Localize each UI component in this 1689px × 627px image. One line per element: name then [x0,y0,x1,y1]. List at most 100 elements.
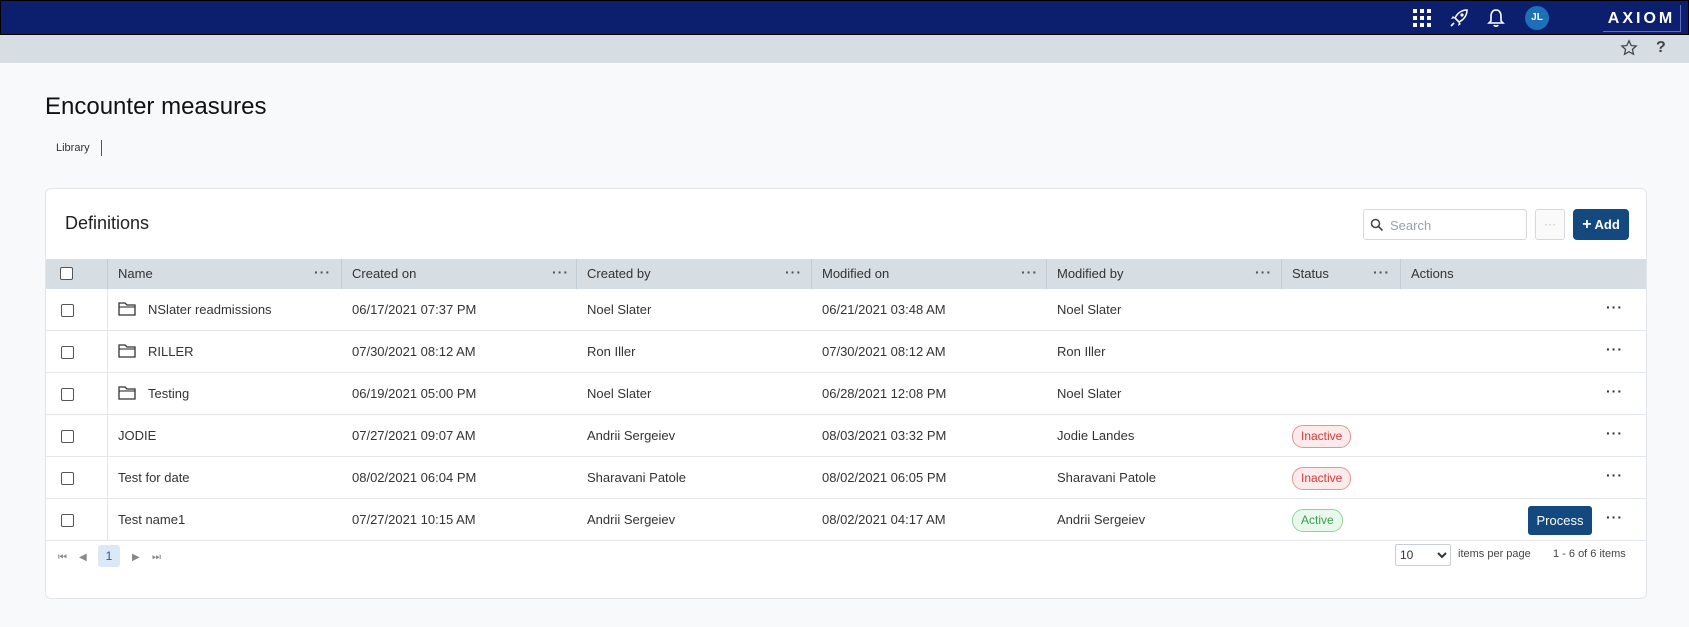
row-modified-by: Ron Iller [1057,344,1106,359]
help-icon[interactable]: ? [1656,39,1666,57]
page-size-select[interactable]: 10 [1395,544,1451,566]
column-divider [107,331,108,373]
next-page-icon[interactable]: ▶ [132,552,140,563]
table-row[interactable]: Test for date 08/02/2021 06:04 PM Sharav… [46,457,1646,499]
column-header-name[interactable]: Name [118,259,153,289]
plus-icon: + [1582,216,1592,233]
row-created-by: Andrii Sergeiev [587,512,676,527]
row-modified-on: 08/02/2021 04:17 AM [822,512,946,527]
row-created-on: 06/17/2021 07:37 PM [352,302,477,317]
row-actions-menu-icon[interactable]: ··· [1606,415,1623,457]
column-divider [107,259,108,289]
definitions-panel: Definitions ··· +Add Name ··· Created on… [45,188,1647,599]
column-menu-icon[interactable]: ··· [314,259,331,289]
table-row[interactable]: NSlater readmissions 06/17/2021 07:37 PM… [46,289,1646,331]
table-row[interactable]: JODIE 07/27/2021 09:07 AM Andrii Sergeie… [46,415,1646,457]
row-created-by: Noel Slater [587,302,652,317]
row-modified-by: Jodie Landes [1057,428,1135,443]
column-divider [107,499,108,541]
row-actions-menu-icon[interactable]: ··· [1606,331,1623,373]
row-name[interactable]: JODIE [118,415,156,457]
column-divider [107,289,108,331]
row-actions-menu-icon[interactable]: ··· [1606,373,1623,415]
star-icon[interactable] [1620,39,1638,57]
column-header-created-on[interactable]: Created on [352,259,416,289]
row-created-by: Sharavani Patole [587,470,687,485]
column-menu-icon[interactable]: ··· [1373,259,1390,289]
apps-grid-icon[interactable] [1411,7,1433,29]
bell-icon[interactable] [1485,7,1507,29]
row-actions-menu-icon[interactable]: ··· [1606,457,1623,499]
table-row[interactable]: Testing 06/19/2021 05:00 PM Noel Slater … [46,373,1646,415]
row-created-on: 07/30/2021 08:12 AM [352,344,476,359]
folder-icon [118,386,136,400]
table-row[interactable]: Test name1 07/27/2021 10:15 AM Andrii Se… [46,499,1646,541]
row-created-by: Andrii Sergeiev [587,428,676,443]
column-divider [107,373,108,415]
row-name[interactable]: Test name1 [118,499,185,541]
search-box[interactable] [1363,209,1527,240]
row-created-by: Noel Slater [587,386,652,401]
status-badge: Inactive [1292,425,1352,448]
row-checkbox[interactable] [61,514,74,527]
row-checkbox[interactable] [61,388,74,401]
row-modified-on: 08/02/2021 06:05 PM [822,470,947,485]
column-header-modified-by[interactable]: Modified by [1057,259,1123,289]
row-modified-on: 07/30/2021 08:12 AM [822,344,946,359]
column-header-status[interactable]: Status [1292,259,1329,289]
column-menu-icon[interactable]: ··· [1255,259,1272,289]
search-input[interactable] [1390,215,1522,235]
select-all-checkbox[interactable] [60,267,73,280]
status-badge: Inactive [1292,467,1352,490]
column-header-modified-on[interactable]: Modified on [822,259,889,289]
breadcrumb-library[interactable]: Library [56,142,90,154]
column-divider [107,415,108,457]
process-button[interactable]: Process [1528,506,1592,535]
row-created-by: Ron Iller [587,344,636,359]
folder-icon [118,302,136,316]
column-menu-icon[interactable]: ··· [1021,259,1038,289]
row-checkbox[interactable] [61,304,74,317]
search-icon [1370,218,1384,232]
row-modified-on: 08/03/2021 03:32 PM [822,428,947,443]
more-options-button[interactable]: ··· [1535,209,1565,240]
column-menu-icon[interactable]: ··· [552,259,569,289]
column-header-created-by[interactable]: Created by [587,259,651,289]
row-checkbox[interactable] [61,430,74,443]
page-title: Encounter measures [45,93,267,120]
row-checkbox[interactable] [61,472,74,485]
user-avatar[interactable]: JL [1525,6,1549,30]
rocket-icon[interactable] [1448,7,1470,29]
last-page-icon[interactable]: ⏭ [152,552,161,563]
row-modified-by: Noel Slater [1057,386,1122,401]
first-page-icon[interactable]: ⏮ [58,552,67,563]
row-name[interactable]: Test for date [118,457,190,499]
status-badge: Active [1292,509,1343,532]
column-divider [1400,259,1401,289]
row-name[interactable]: Testing [148,373,189,415]
previous-page-icon[interactable]: ◀ [79,552,87,563]
table-header: Name ··· Created on ··· Created by ··· M… [46,259,1646,289]
page-number-button[interactable]: 1 [98,545,120,567]
column-divider [1281,259,1282,289]
row-name[interactable]: RILLER [148,331,194,373]
row-modified-by: Sharavani Patole [1057,470,1157,485]
column-header-actions: Actions [1411,266,1454,281]
axiom-logo: AXIOM [1603,5,1681,32]
secondary-toolbar: ? [0,35,1689,63]
row-created-on: 07/27/2021 10:15 AM [352,512,476,527]
table-row[interactable]: RILLER 07/30/2021 08:12 AM Ron Iller 07/… [46,331,1646,373]
column-divider [341,259,342,289]
add-button-label: Add [1594,217,1620,232]
row-name[interactable]: NSlater readmissions [148,289,272,331]
row-actions-menu-icon[interactable]: ··· [1606,289,1623,331]
column-divider [811,259,812,289]
row-modified-by: Andrii Sergeiev [1057,512,1146,527]
items-per-page-label: items per page [1458,548,1531,560]
row-actions-menu-icon[interactable]: ··· [1606,499,1623,541]
top-app-bar: JL AXIOM [0,0,1689,35]
add-button[interactable]: + Add [1573,209,1629,240]
column-menu-icon[interactable]: ··· [785,259,802,289]
row-checkbox[interactable] [61,346,74,359]
column-divider [576,259,577,289]
